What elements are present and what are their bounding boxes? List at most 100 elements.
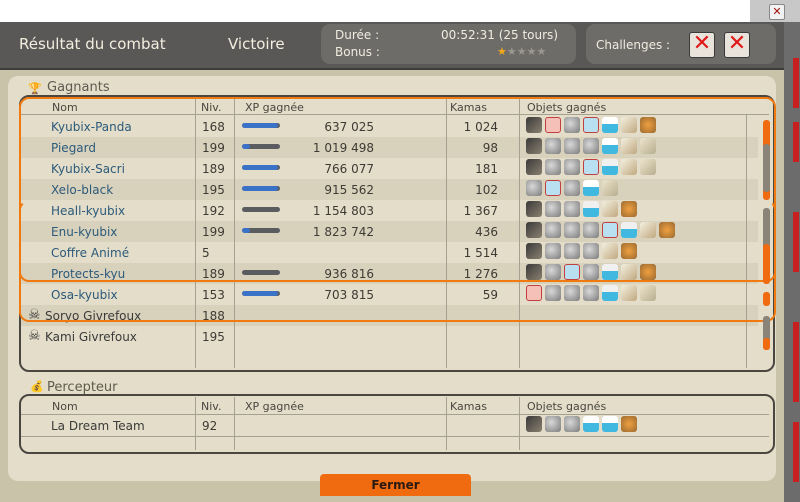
blue-scroll-icon[interactable]: [583, 117, 599, 133]
gray-resource-icon[interactable]: [583, 264, 599, 280]
bread-icon[interactable]: [621, 243, 637, 259]
blue-scroll-icon[interactable]: [602, 222, 618, 238]
blue-scroll-icon[interactable]: [564, 264, 580, 280]
feather-icon[interactable]: [640, 222, 656, 238]
scroll-icon[interactable]: [526, 222, 542, 238]
col-divider: [519, 98, 520, 368]
gray-resource-icon[interactable]: [526, 180, 542, 196]
bone-icon[interactable]: [640, 285, 656, 301]
gray-resource-icon[interactable]: [564, 159, 580, 175]
scrollbar-down-arrow[interactable]: [763, 338, 770, 350]
gray-resource-icon[interactable]: [583, 138, 599, 154]
scroll-icon[interactable]: [526, 138, 542, 154]
feather-icon[interactable]: [621, 138, 637, 154]
gray-resource-icon[interactable]: [545, 201, 561, 217]
bread-icon[interactable]: [640, 117, 656, 133]
gray-resource-icon[interactable]: [564, 416, 580, 432]
potion-icon[interactable]: [602, 285, 618, 301]
bone-icon[interactable]: [640, 138, 656, 154]
gray-resource-icon[interactable]: [583, 285, 599, 301]
gray-resource-icon[interactable]: [564, 180, 580, 196]
potion-x2-icon[interactable]: [602, 416, 618, 432]
percepteur-section-title: Percepteur: [47, 380, 118, 395]
star-icon: ★: [526, 45, 537, 58]
scroll-icon[interactable]: [526, 264, 542, 280]
feather-icon[interactable]: [621, 117, 637, 133]
feather-icon[interactable]: [602, 201, 618, 217]
percepteur-level: 92: [202, 419, 218, 433]
bread-icon[interactable]: [640, 264, 656, 280]
xp-value: 915 562: [324, 183, 374, 197]
close-icon[interactable]: ✕: [769, 4, 785, 20]
items-cell: [526, 117, 659, 136]
bonus-label: Bonus :: [335, 45, 380, 59]
gray-resource-icon[interactable]: [545, 222, 561, 238]
gray-resource-icon[interactable]: [564, 201, 580, 217]
potion-x2-icon[interactable]: [602, 138, 618, 154]
table-row[interactable]: Osa-kyubix 153 703 815 59: [21, 284, 758, 305]
player-level: 188: [202, 309, 225, 323]
scroll-icon[interactable]: [526, 159, 542, 175]
table-row[interactable]: Enu-kyubix 199 1 823 742 436: [21, 221, 758, 242]
table-row[interactable]: Protects-kyu 189 936 816 1 276: [21, 263, 758, 284]
gray-resource-icon[interactable]: [564, 285, 580, 301]
bread-icon[interactable]: [659, 222, 675, 238]
table-row[interactable]: Kyubix-Panda 168 637 025 1 024: [21, 116, 758, 137]
potion-x2-icon[interactable]: [583, 416, 599, 432]
challenge-failed-icon[interactable]: ✕: [724, 31, 750, 58]
feather-icon[interactable]: [621, 264, 637, 280]
col-name-header: Nom: [52, 400, 78, 413]
table-row[interactable]: ☠ Kami Givrefoux 195: [21, 326, 758, 347]
background-right-edge: [784, 22, 800, 502]
table-row[interactable]: Xelo-black 195 915 562 102: [21, 179, 758, 200]
bread-icon[interactable]: [621, 201, 637, 217]
scroll-icon[interactable]: [526, 416, 542, 432]
blue-scroll-icon[interactable]: [545, 180, 561, 196]
table-row[interactable]: Kyubix-Sacri 189 766 077 181: [21, 158, 758, 179]
table-row[interactable]: ☠ Soryo Givrefoux 188: [21, 305, 758, 326]
gray-resource-icon[interactable]: [564, 138, 580, 154]
scroll-icon[interactable]: [526, 243, 542, 259]
bread-icon[interactable]: [621, 416, 637, 432]
gray-resource-icon[interactable]: [583, 222, 599, 238]
gray-resource-icon[interactable]: [564, 222, 580, 238]
table-row[interactable]: Coffre Animé 5 1 514: [21, 242, 758, 263]
gray-resource-icon[interactable]: [583, 243, 599, 259]
table-row[interactable]: Heall-kyubix 192 1 154 803 1 367: [21, 200, 758, 221]
gray-resource-icon[interactable]: [545, 264, 561, 280]
scroll-icon[interactable]: [526, 117, 542, 133]
gray-resource-icon[interactable]: [564, 243, 580, 259]
scrollbar-thumb[interactable]: [763, 144, 770, 192]
gray-resource-icon[interactable]: [545, 243, 561, 259]
col-divider: [746, 114, 747, 368]
pink-resource-icon[interactable]: [526, 285, 542, 301]
gray-resource-icon[interactable]: [545, 159, 561, 175]
potion-icon[interactable]: [583, 201, 599, 217]
percepteur-name: La Dream Team: [51, 419, 145, 433]
feather-icon[interactable]: [602, 243, 618, 259]
blue-scroll-icon[interactable]: [583, 159, 599, 175]
gray-resource-icon[interactable]: [545, 416, 561, 432]
feather-icon[interactable]: [621, 159, 637, 175]
gray-resource-icon[interactable]: [545, 138, 561, 154]
challenge-failed-icon[interactable]: ✕: [689, 31, 715, 58]
potion-icon[interactable]: [602, 264, 618, 280]
table-row[interactable]: La Dream Team 92: [21, 415, 758, 436]
potion-icon[interactable]: [602, 159, 618, 175]
xp-progress-bar: [242, 123, 280, 128]
pink-resource-icon[interactable]: [545, 117, 561, 133]
potion-x2-icon[interactable]: [583, 180, 599, 196]
potion-x2-icon[interactable]: [602, 117, 618, 133]
bone-icon[interactable]: [602, 180, 618, 196]
scroll-icon[interactable]: [526, 201, 542, 217]
scrollbar-arrow[interactable]: [763, 292, 770, 306]
table-row[interactable]: Piegard 199 1 019 498 98: [21, 137, 758, 158]
gray-resource-icon[interactable]: [545, 285, 561, 301]
gray-resource-icon[interactable]: [564, 117, 580, 133]
potion-icon[interactable]: [621, 222, 637, 238]
bone-icon[interactable]: [640, 159, 656, 175]
items-cell: [526, 243, 640, 262]
feather-icon[interactable]: [621, 285, 637, 301]
close-button[interactable]: Fermer: [320, 474, 471, 496]
scrollbar-handle[interactable]: [763, 244, 770, 284]
